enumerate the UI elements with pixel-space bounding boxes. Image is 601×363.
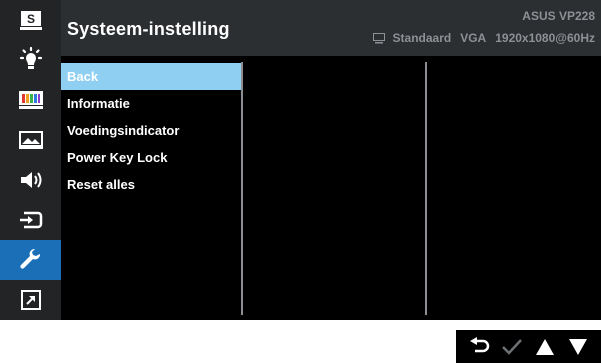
sidebar-item-shortcut[interactable] (0, 280, 61, 320)
sidebar-item-image[interactable] (0, 120, 61, 160)
menu-panel: Back Informatie Voedingsindicator Power … (61, 56, 601, 320)
confirm-button[interactable] (500, 335, 524, 359)
image-icon (18, 131, 43, 149)
svg-text:S: S (26, 12, 34, 26)
sidebar-item-system-setup[interactable] (0, 240, 61, 280)
column-divider (241, 62, 243, 315)
resolution-label: 1920x1080@60Hz (495, 31, 595, 45)
menu-item-informatie[interactable]: Informatie (61, 90, 241, 117)
model-name: ASUS VP228 (522, 9, 595, 23)
shortcut-icon (20, 290, 41, 310)
splendid-icon: S (19, 11, 42, 30)
up-button[interactable] (533, 335, 557, 359)
menu-item-back[interactable]: Back (61, 63, 241, 90)
menu-item-power-key-lock[interactable]: Power Key Lock (61, 144, 241, 171)
sidebar-item-color[interactable] (0, 80, 61, 120)
sidebar-item-input-select[interactable] (0, 200, 61, 240)
sidebar: S (0, 0, 61, 320)
check-icon (501, 338, 522, 355)
sound-icon (20, 172, 41, 188)
sidebar-item-sound[interactable] (0, 160, 61, 200)
status-bar: Standaard VGA 1920x1080@60Hz (372, 31, 595, 45)
up-arrow-icon (536, 338, 555, 355)
menu-list: Back Informatie Voedingsindicator Power … (61, 63, 241, 198)
column-divider (425, 62, 427, 315)
sidebar-item-brightness[interactable] (0, 40, 61, 80)
system-setup-icon (19, 248, 40, 269)
down-arrow-icon (569, 338, 588, 355)
page-title: Systeem-instelling (67, 19, 230, 39)
menu-item-voedingsindicator[interactable]: Voedingsindicator (61, 117, 241, 144)
header: Systeem-instelling ASUS VP228 Standaard … (61, 0, 601, 56)
back-icon (469, 336, 489, 352)
osd-menu: S Systeem-instelling ASUS VP228 Standaar… (0, 0, 601, 320)
sidebar-item-splendid[interactable]: S (0, 0, 61, 40)
mode-label: Standaard (392, 31, 452, 45)
color-icon (18, 91, 43, 109)
down-button[interactable] (566, 335, 590, 359)
menu-item-reset-alles[interactable]: Reset alles (61, 171, 241, 198)
control-keys (456, 330, 601, 363)
monitor-icon (372, 32, 385, 43)
input-label: VGA (460, 31, 487, 45)
input-select-icon (19, 211, 42, 229)
brightness-icon (19, 47, 42, 69)
back-button[interactable] (467, 335, 491, 359)
